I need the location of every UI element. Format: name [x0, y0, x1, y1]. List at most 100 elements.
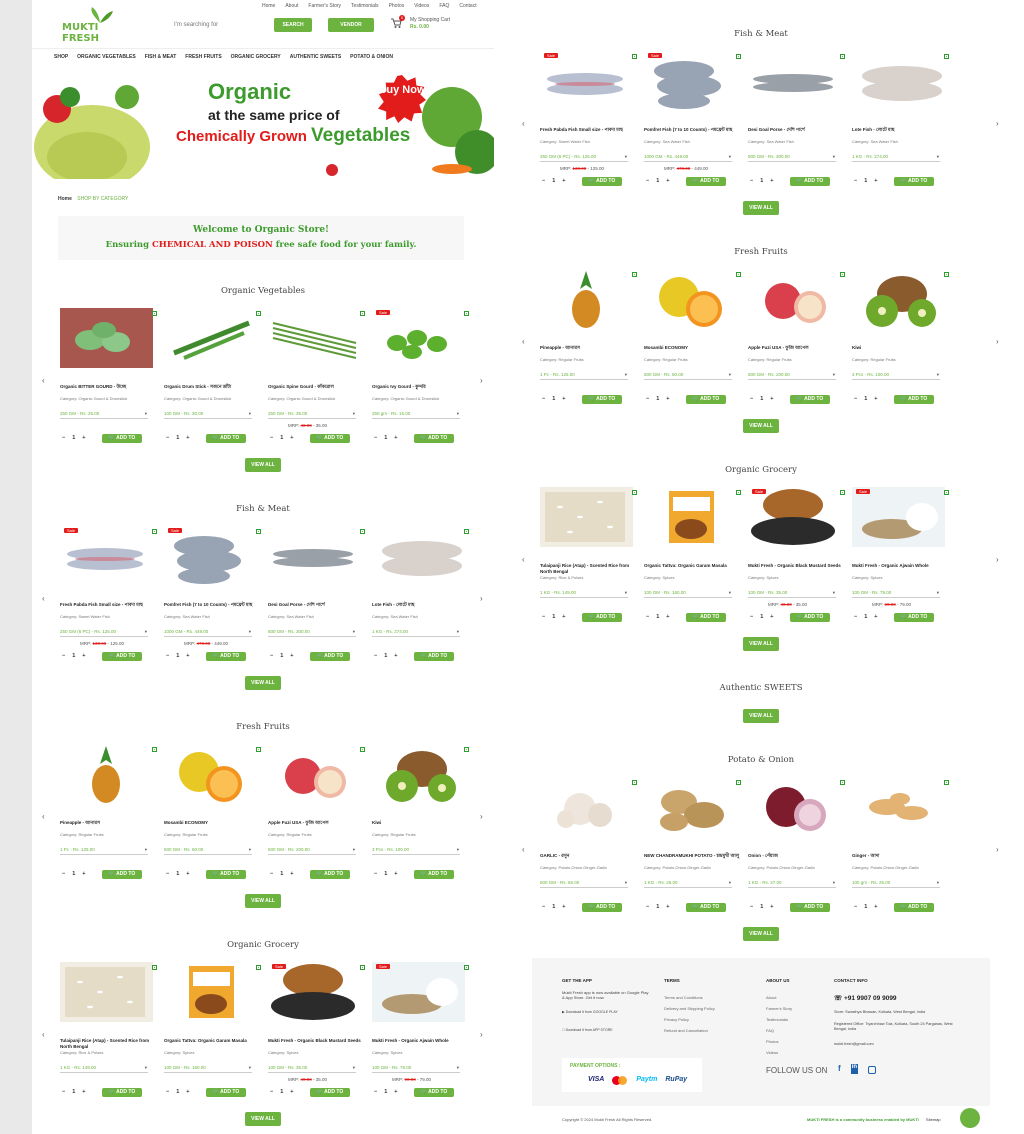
quantity-stepper[interactable]: − 1 +: [270, 1089, 294, 1095]
footer-photos-link[interactable]: Photos: [766, 1036, 792, 1047]
plus-icon[interactable]: +: [186, 435, 189, 441]
quantity-stepper[interactable]: − 1 +: [270, 653, 294, 659]
product-card[interactable]: Onion - পেঁয়াজ Category: Potato-Onion-Gi…: [744, 777, 848, 927]
quantity-stepper[interactable]: − 1 +: [166, 871, 190, 877]
add-to-cart-button[interactable]: 🛒 ADD TO CART: [310, 1088, 350, 1104]
contact-phone[interactable]: ☏ +91 9907 09 9099: [834, 994, 897, 1002]
quantity-stepper[interactable]: − 1 +: [62, 653, 86, 659]
cat-shop[interactable]: SHOP: [54, 54, 68, 60]
minus-icon[interactable]: −: [542, 178, 545, 184]
plus-icon[interactable]: +: [666, 178, 669, 184]
plus-icon[interactable]: +: [874, 904, 877, 910]
privacy-link[interactable]: Privacy Policy: [664, 1014, 715, 1025]
add-to-cart-button[interactable]: 🛒 ADD TO CART: [582, 613, 622, 629]
product-image[interactable]: [852, 51, 945, 111]
product-name[interactable]: Lote Fish - লোটে মাছ: [852, 127, 948, 133]
product-image[interactable]: [372, 744, 465, 804]
cat-authentic-sweets[interactable]: AUTHENTIC SWEETS: [290, 54, 341, 60]
add-to-cart-button[interactable]: 🛒 ADD TO CART: [102, 652, 142, 668]
product-image[interactable]: [372, 962, 465, 1022]
minus-icon[interactable]: −: [646, 396, 649, 402]
add-to-cart-button[interactable]: 🛒 ADD TO CART: [686, 903, 726, 919]
quantity-stepper[interactable]: − 1 +: [374, 871, 398, 877]
footer-about-link[interactable]: About: [766, 992, 792, 1003]
add-to-cart-button[interactable]: 🛒 ADD TO CART: [414, 1088, 454, 1104]
product-card[interactable]: Mosambi ECONOMY Category: Regular Fruits 5…: [640, 269, 744, 419]
plus-icon[interactable]: +: [394, 1089, 397, 1095]
plus-icon[interactable]: +: [394, 871, 397, 877]
vendor-button[interactable]: VENDOR: [328, 18, 374, 32]
minus-icon[interactable]: −: [646, 178, 649, 184]
add-to-cart-button[interactable]: 🛒 ADD TO CART: [686, 177, 726, 193]
minus-icon[interactable]: −: [62, 435, 65, 441]
product-name[interactable]: Organic Tattva: Organic Garam Masala: [164, 1038, 260, 1044]
product-image[interactable]: [748, 51, 841, 111]
product-card[interactable]: Sale Pomfret Fish (7 to 10 Counts) - পমফ্…: [640, 51, 744, 201]
instagram-icon[interactable]: [868, 1066, 877, 1074]
product-image[interactable]: [540, 269, 633, 329]
carousel-prev-icon[interactable]: ‹: [42, 376, 45, 385]
quantity-stepper[interactable]: − 1 +: [646, 178, 670, 184]
quantity-stepper[interactable]: − 1 +: [166, 1089, 190, 1095]
plus-icon[interactable]: +: [186, 653, 189, 659]
product-name[interactable]: Mosambi ECONOMY: [164, 820, 260, 826]
product-card[interactable]: Kiwi Category: Regular Fruits 3 Pcs - Rs. …: [368, 744, 472, 894]
product-image[interactable]: [60, 962, 153, 1022]
variant-select[interactable]: 500 GM - Rs. 300.00: [748, 152, 836, 162]
minus-icon[interactable]: −: [750, 178, 753, 184]
product-image[interactable]: [644, 269, 737, 329]
product-card[interactable]: Sale Mukti Fresh - Organic Ajwain Whole Ca…: [368, 962, 472, 1112]
hero-banner[interactable]: Organic at the same price of Chemically …: [32, 67, 494, 179]
view-all-button[interactable]: VIEW ALL: [743, 419, 779, 433]
minus-icon[interactable]: −: [374, 1089, 377, 1095]
quantity-stepper[interactable]: − 1 +: [166, 435, 190, 441]
view-all-button[interactable]: VIEW ALL: [743, 637, 779, 651]
facebook-icon[interactable]: f: [838, 1064, 841, 1074]
quantity-stepper[interactable]: − 1 +: [62, 1089, 86, 1095]
variant-select[interactable]: 500 GM - Rs. 60.00: [164, 845, 252, 855]
plus-icon[interactable]: +: [82, 435, 85, 441]
variant-select[interactable]: 500 GM - Rs. 65.00: [540, 878, 628, 888]
variant-select[interactable]: 100 GM - Rs. 35.00: [748, 588, 836, 598]
variant-select[interactable]: 1 KG - Rs. 274.00: [372, 627, 460, 637]
product-name[interactable]: Pineapple - আনারস: [540, 345, 636, 351]
cat-organic-grocery[interactable]: ORGANIC GROCERY: [231, 54, 281, 60]
variant-select[interactable]: 250 GM (6 PC) - Rs. 125.00: [540, 152, 628, 162]
add-to-cart-button[interactable]: 🛒 ADD TO CART: [790, 613, 830, 629]
carousel-prev-icon[interactable]: ‹: [522, 555, 525, 564]
quantity-stepper[interactable]: − 1 +: [750, 614, 774, 620]
product-name[interactable]: Onion - পেঁয়াজ: [748, 853, 844, 859]
product-name[interactable]: Mukti Fresh - Organic Ajwain Whole: [372, 1038, 468, 1044]
add-to-cart-button[interactable]: 🛒 ADD TO CART: [102, 434, 142, 450]
carousel-prev-icon[interactable]: ‹: [42, 1030, 45, 1039]
carousel-prev-icon[interactable]: ‹: [42, 594, 45, 603]
contact-email[interactable]: mukti.fresh@gmail.com: [834, 1042, 874, 1046]
product-image[interactable]: [164, 962, 257, 1022]
product-image[interactable]: [852, 487, 945, 547]
carousel-next-icon[interactable]: ›: [480, 812, 483, 821]
product-image[interactable]: [372, 526, 465, 586]
plus-icon[interactable]: +: [82, 871, 85, 877]
carousel-next-icon[interactable]: ›: [480, 376, 483, 385]
add-to-cart-button[interactable]: 🛒 ADD TO CART: [102, 870, 142, 886]
plus-icon[interactable]: +: [82, 653, 85, 659]
minus-icon[interactable]: −: [542, 614, 545, 620]
nav-faq[interactable]: FAQ: [439, 3, 449, 9]
product-image[interactable]: [852, 269, 945, 329]
minus-icon[interactable]: −: [166, 1089, 169, 1095]
variant-select[interactable]: 1 KG - Rs. 149.00: [60, 1063, 148, 1073]
variant-select[interactable]: 250 GM - Rs. 25.00: [60, 409, 148, 419]
add-to-cart-button[interactable]: 🛒 ADD TO CART: [206, 434, 246, 450]
variant-select[interactable]: 250 gm - Rs. 15.00: [372, 409, 460, 419]
plus-icon[interactable]: +: [290, 871, 293, 877]
quantity-stepper[interactable]: − 1 +: [646, 614, 670, 620]
minus-icon[interactable]: −: [62, 1089, 65, 1095]
add-to-cart-button[interactable]: 🛒 ADD TO CART: [686, 613, 726, 629]
add-to-cart-button[interactable]: 🛒 ADD TO CART: [414, 652, 454, 668]
nav-farmers-story[interactable]: Farmer's Story: [308, 3, 341, 9]
product-name[interactable]: Pomfret Fish (7 to 10 Counts) - পমফ্রেট …: [164, 602, 260, 608]
product-card[interactable]: Apple Fuzi USA - ফুজি আপেল Category: Regu…: [264, 744, 368, 894]
product-image[interactable]: [268, 308, 361, 368]
plus-icon[interactable]: +: [770, 614, 773, 620]
shopping-cart[interactable]: 0 My Shopping Cart Rs. 0.00: [390, 15, 470, 36]
